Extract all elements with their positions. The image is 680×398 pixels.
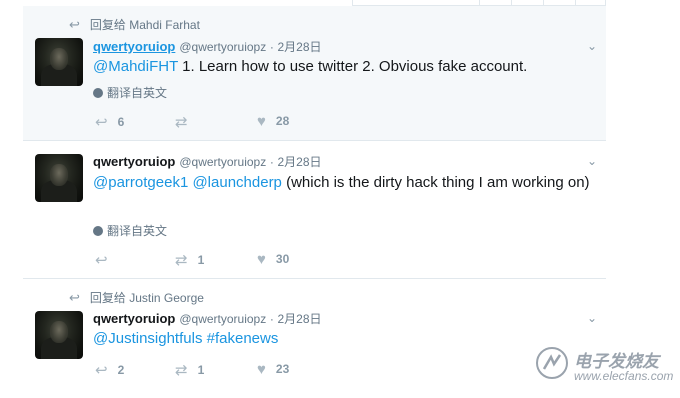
reply-context-icon: ↩ [69,17,80,32]
chevron-down-icon[interactable]: ⌄ [586,155,598,167]
author-name[interactable]: qwertyoruiop [93,154,175,169]
reply-context-label: 回复给 Mahdi Farhat [89,18,200,32]
heart-icon: ♥ [257,361,266,378]
avatar[interactable] [35,311,83,359]
retweet-count: 1 [197,253,205,267]
tweet-time[interactable]: 2月28日 [277,155,321,169]
watermark: 电子发烧友 www.elecfans.com [534,343,674,387]
watermark-url: www.elecfans.com [574,369,674,383]
avatar[interactable] [35,154,83,202]
translate-link[interactable]: 翻译自英文 [93,222,167,239]
tweet-header: qwertyoruiop @qwertyoruiopz · 2月28日 [93,153,322,170]
retweet-count: 1 [197,363,205,377]
globe-icon [93,226,103,236]
retweet-button[interactable]: ⇄ [175,113,198,131]
mention-link[interactable]: @parrotgeek1 [93,174,188,191]
author-name[interactable]: qwertyoruiop [93,39,175,54]
like-button[interactable]: ♥ 23 [257,361,289,378]
retweet-button[interactable]: ⇄ 1 [175,251,204,269]
reply-icon: ↩ [95,114,108,131]
tweet-item[interactable]: ↩ 回复给 Mahdi Farhat qwertyoruiop @qwertyoru… [23,6,606,141]
reply-context-label: 回复给 Justin George [89,291,204,305]
reply-icon: ↩ [95,362,108,379]
author-handle[interactable]: @qwertyoruiopz [179,40,266,54]
mention-link[interactable]: @launchderp [192,174,281,191]
chevron-down-icon[interactable]: ⌄ [586,40,598,52]
heart-icon: ♥ [257,251,266,268]
reply-button[interactable]: ↩ 2 [95,361,124,379]
avatar-face [50,48,68,70]
mention-link[interactable]: @Justinsightfuls [93,330,202,347]
reply-count: 6 [117,115,125,129]
tweet-body: (which is the dirty hack thing I am work… [281,174,590,191]
translate-link[interactable]: 翻译自英文 [93,84,167,101]
avatar[interactable] [35,38,83,86]
mention-link[interactable]: @MahdiFHT [93,58,178,75]
tweet-text: @parrotgeek1 @launchderp (which is the d… [93,172,593,193]
translate-label: 翻译自英文 [107,86,168,100]
tweet-header: qwertyoruiop @qwertyoruiopz · 2月28日 [93,38,322,55]
tweet-header: qwertyoruiop @qwertyoruiopz · 2月28日 [93,310,322,327]
separator-dot: · [269,40,274,54]
retweet-button[interactable]: ⇄ 1 [175,361,204,379]
like-count: 28 [275,114,290,128]
chevron-down-icon[interactable]: ⌄ [586,312,598,324]
tweet-time[interactable]: 2月28日 [277,40,321,54]
reply-context[interactable]: ↩ 回复给 Justin George [69,289,204,306]
reply-button[interactable]: ↩ 6 [95,113,124,131]
translate-label: 翻译自英文 [107,224,168,238]
like-count: 23 [275,362,290,376]
reply-count: 2 [117,363,125,377]
retweet-icon: ⇄ [175,362,188,379]
tweet-text: @Justinsightfuls #fakenews [93,328,593,349]
like-button[interactable]: ♥ 28 [257,113,289,130]
reply-icon: ↩ [95,252,108,269]
separator-dot: · [269,155,274,169]
avatar-face [50,321,68,343]
tweet-item[interactable]: ↩ 回复给 Justin George qwertyoruiop @qwertyor… [23,280,606,398]
watermark-logo [536,347,568,379]
tweet-body: 1. Learn how to use twitter 2. Obvious f… [177,58,528,75]
author-handle[interactable]: @qwertyoruiopz [179,312,266,326]
tweet-item[interactable]: qwertyoruiop @qwertyoruiopz · 2月28日 ⌄ @pa… [23,142,606,279]
separator-dot: · [269,312,274,326]
globe-icon [93,88,103,98]
hashtag-link[interactable]: #fakenews [207,330,279,347]
reply-button[interactable]: ↩ [95,251,118,269]
reply-context-icon: ↩ [69,290,80,305]
like-count: 30 [275,252,290,266]
reply-context[interactable]: ↩ 回复给 Mahdi Farhat [69,16,200,33]
author-handle[interactable]: @qwertyoruiopz [179,155,266,169]
like-button[interactable]: ♥ 30 [257,251,289,268]
retweet-icon: ⇄ [175,252,188,269]
tweet-text: @MahdiFHT 1. Learn how to use twitter 2.… [93,56,593,77]
author-name[interactable]: qwertyoruiop [93,311,175,326]
heart-icon: ♥ [257,113,266,130]
retweet-icon: ⇄ [175,114,188,131]
tweet-time[interactable]: 2月28日 [277,312,321,326]
avatar-face [50,164,68,186]
